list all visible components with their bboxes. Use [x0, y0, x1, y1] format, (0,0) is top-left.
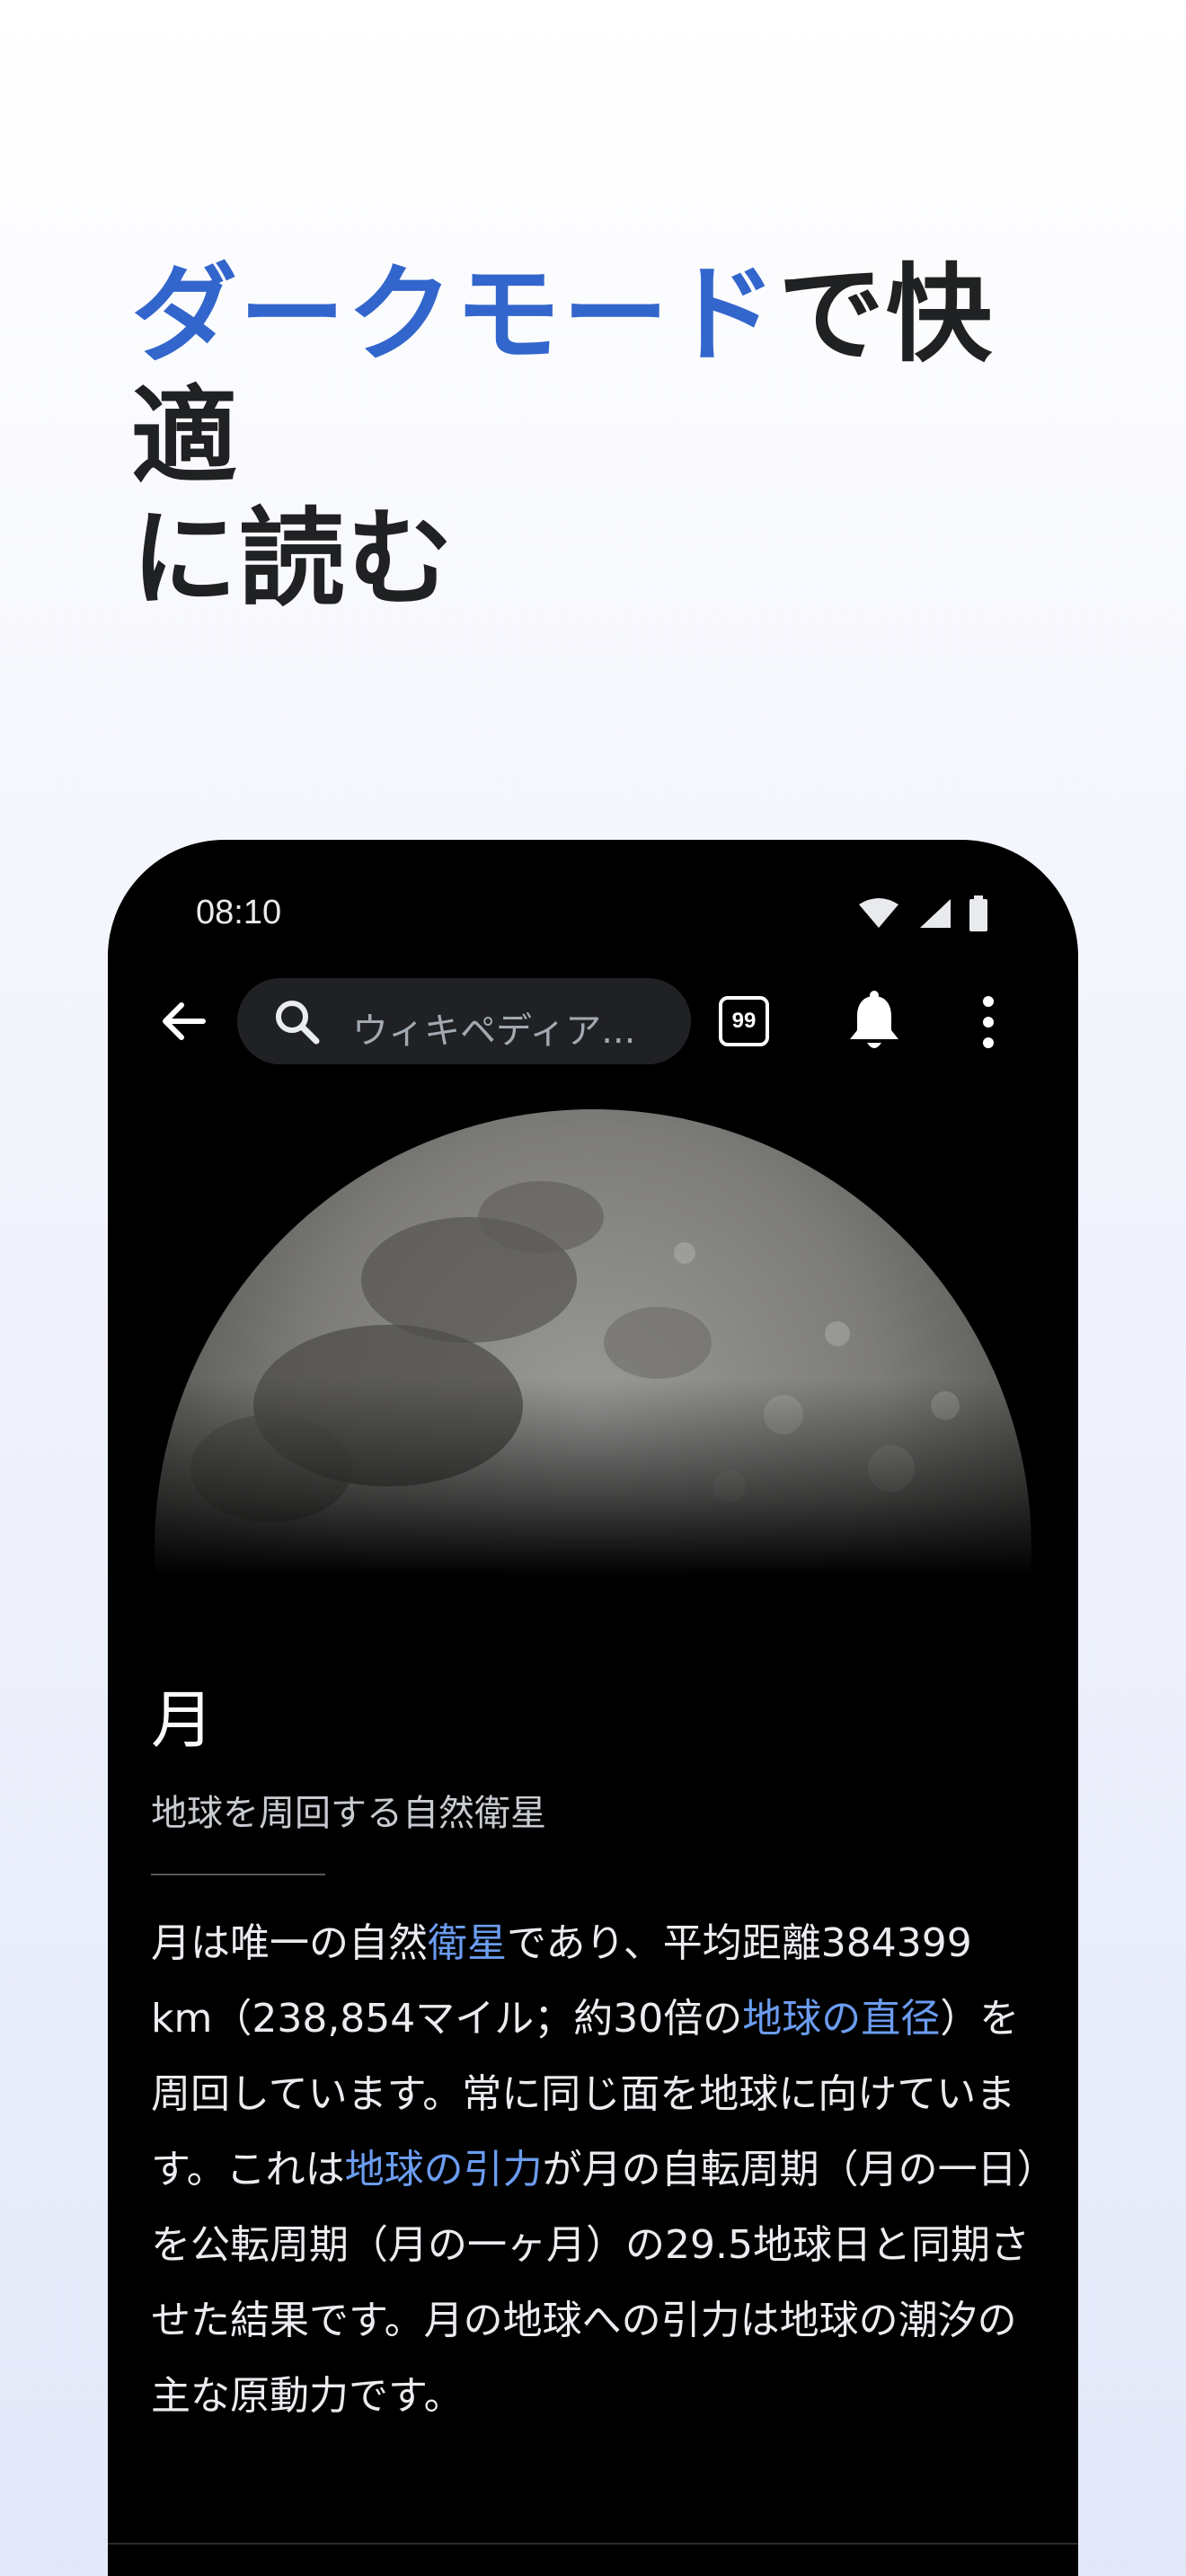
more-options-button[interactable]	[970, 991, 1006, 1054]
link-earth-diameter[interactable]: 地球の直径	[742, 1996, 940, 2042]
article-description: 地球を周回する自然衛星	[151, 1793, 546, 1834]
app-toolbar: ウィキペディア... 99	[108, 976, 1078, 1066]
tabs-button[interactable]: 99	[715, 992, 773, 1050]
article-content: 月 地球を周回する自然衛星 月は唯一の自然衛星であり、平均距離384399 km…	[151, 1680, 1040, 2434]
wifi-icon	[859, 898, 898, 928]
status-icons	[857, 895, 988, 931]
bell-icon	[850, 991, 898, 1048]
status-bar: 08:10	[108, 840, 1078, 939]
search-icon	[276, 1001, 320, 1045]
cell-signal-icon	[920, 899, 951, 928]
headline-line2: に読む	[131, 497, 456, 621]
search-placeholder: ウィキペディア...	[352, 1010, 636, 1052]
headline-accent: ダークモード	[131, 252, 779, 376]
search-bar[interactable]: ウィキペディア...	[237, 978, 691, 1064]
phone-frame: 08:10 ウィキペディア... 99 月 地球を周回する自然衛星 月は唯一の自…	[108, 840, 1078, 2576]
bottom-divider	[108, 2543, 1078, 2545]
back-arrow-icon	[163, 1002, 206, 1040]
back-button[interactable]	[155, 992, 212, 1050]
link-earth-gravity[interactable]: 地球の引力	[345, 2147, 543, 2192]
status-time: 08:10	[196, 894, 282, 931]
body-text: 月は唯一の自然	[151, 1920, 428, 1966]
moon-image	[155, 1109, 1031, 1577]
tabs-icon: 99	[719, 996, 769, 1046]
article-lead-image[interactable]	[155, 1109, 1031, 1577]
battery-icon	[969, 895, 987, 931]
link-satellite[interactable]: 衛星	[428, 1920, 507, 1966]
headline: ダークモードで快適 に読む	[131, 253, 1084, 620]
notifications-button[interactable]	[845, 991, 904, 1054]
article-body: 月は唯一の自然衛星であり、平均距離384399 km（238,854マイル；約3…	[151, 1906, 1040, 2434]
article-title: 月	[151, 1683, 214, 1757]
title-divider	[151, 1874, 325, 1875]
more-vertical-icon	[983, 996, 994, 1048]
